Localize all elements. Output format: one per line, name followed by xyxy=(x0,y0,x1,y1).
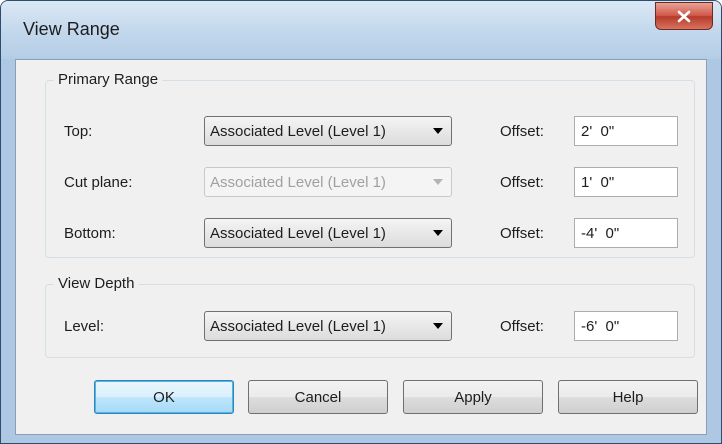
ok-button[interactable]: OK xyxy=(94,380,234,414)
level-label: Level: xyxy=(64,318,105,335)
bottom-level-value: Associated Level (Level 1) xyxy=(210,225,386,242)
chevron-down-icon xyxy=(433,179,443,185)
chevron-down-icon xyxy=(433,323,443,329)
view-depth-label: View Depth xyxy=(54,275,139,292)
top-label: Top: xyxy=(64,123,93,140)
top-offset-label: Offset: xyxy=(500,123,544,140)
cut-plane-offset-label: Offset: xyxy=(500,174,544,191)
view-depth-level-dropdown[interactable]: Associated Level (Level 1) xyxy=(204,311,452,341)
close-icon xyxy=(677,10,691,22)
dialog-body: Primary Range Top: Associated Level (Lev… xyxy=(15,59,707,435)
chevron-down-icon xyxy=(433,230,443,236)
view-depth-group: View Depth Level: Associated Level (Leve… xyxy=(45,275,695,358)
cut-plane-level-dropdown: Associated Level (Level 1) xyxy=(204,167,452,197)
primary-range-label: Primary Range xyxy=(54,71,163,88)
top-offset-input[interactable] xyxy=(574,116,678,146)
cut-plane-offset-input[interactable] xyxy=(574,167,678,197)
dialog-title: View Range xyxy=(23,19,120,39)
cut-plane-label: Cut plane: xyxy=(64,174,133,191)
view-range-dialog: View Range Primary Range Top: Associated… xyxy=(0,0,722,444)
top-level-value: Associated Level (Level 1) xyxy=(210,123,386,140)
help-button[interactable]: Help xyxy=(558,380,698,414)
apply-button[interactable]: Apply xyxy=(403,380,543,414)
top-level-dropdown[interactable]: Associated Level (Level 1) xyxy=(204,116,452,146)
bottom-label: Bottom: xyxy=(64,225,116,242)
view-depth-offset-label: Offset: xyxy=(500,318,544,335)
view-depth-level-value: Associated Level (Level 1) xyxy=(210,318,386,335)
close-button[interactable] xyxy=(655,2,713,30)
bottom-level-dropdown[interactable]: Associated Level (Level 1) xyxy=(204,218,452,248)
title-bar[interactable]: View Range xyxy=(1,1,721,59)
bottom-offset-label: Offset: xyxy=(500,225,544,242)
chevron-down-icon xyxy=(433,128,443,134)
cut-plane-level-value: Associated Level (Level 1) xyxy=(210,174,386,191)
view-depth-offset-input[interactable] xyxy=(574,311,678,341)
cancel-button[interactable]: Cancel xyxy=(248,380,388,414)
primary-range-group: Primary Range Top: Associated Level (Lev… xyxy=(45,71,695,258)
bottom-offset-input[interactable] xyxy=(574,218,678,248)
